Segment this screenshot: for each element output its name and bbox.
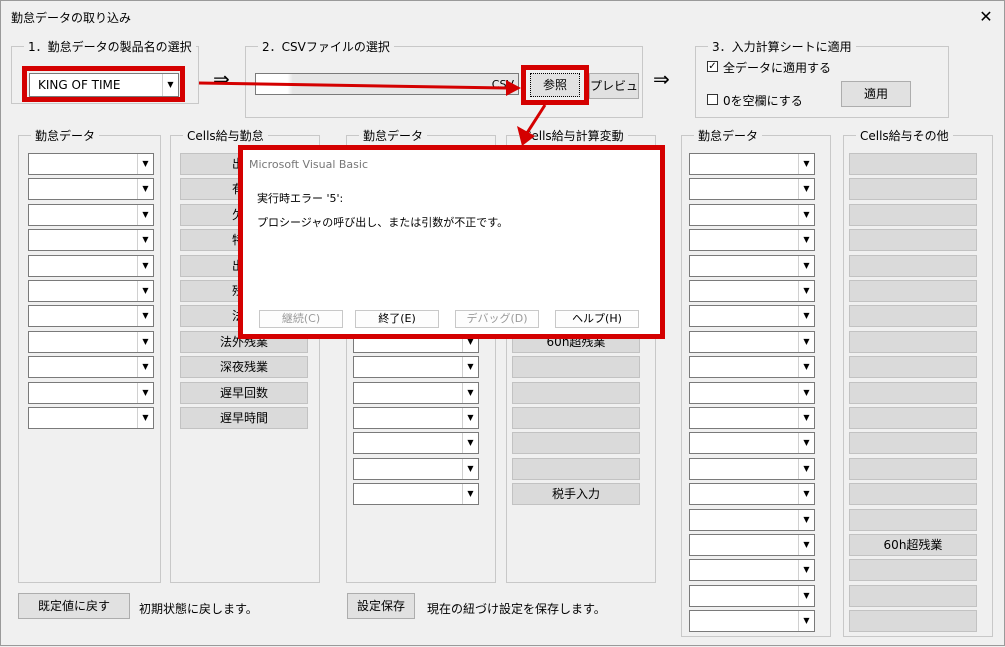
arrowhead-dialog: [517, 126, 535, 146]
end-button[interactable]: 終了(E): [355, 310, 439, 328]
continue-button: 継続(C): [259, 310, 343, 328]
import-window: 勤怠データの取り込み ✕ 1．勤怠データの製品名の選択 KING OF TIME…: [0, 0, 1005, 646]
error-message-text: プロシージャの呼び出し、または引数が不正です。: [257, 216, 509, 229]
help-button[interactable]: ヘルプ(H): [555, 310, 639, 328]
error-code-text: 実行時エラー '5':: [257, 192, 344, 205]
arrow-to-csv: [198, 81, 507, 90]
debug-button: デバッグ(D): [455, 310, 539, 328]
error-dialog: Microsoft Visual Basic 実行時エラー '5': プロシージ…: [238, 145, 665, 339]
dialog-title: Microsoft Visual Basic: [249, 158, 369, 171]
arrowhead-csv: [506, 80, 521, 96]
arrow-to-dialog: [525, 104, 547, 134]
dialog-title-bar: Microsoft Visual Basic: [243, 150, 660, 178]
